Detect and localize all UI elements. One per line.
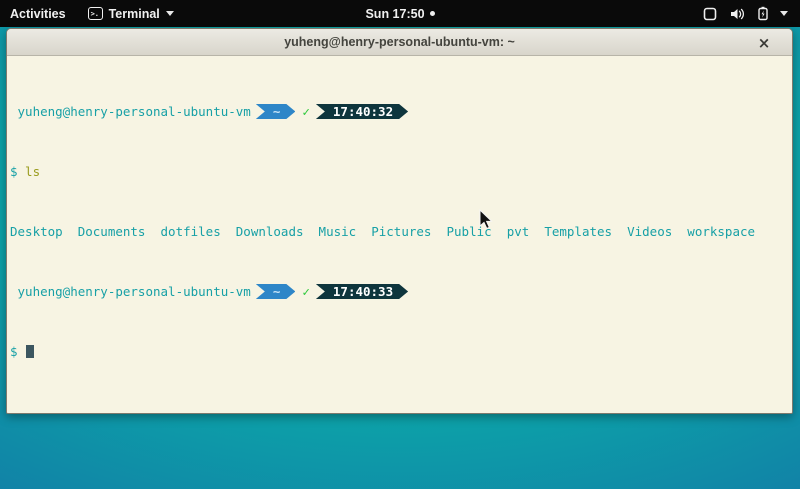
notification-dot-icon: [430, 11, 435, 16]
caret-down-icon: [166, 11, 174, 16]
prompt-symbol: $: [10, 164, 18, 179]
ls-output-line: Desktop Documents dotfiles Downloads Mus…: [10, 224, 790, 239]
window-titlebar[interactable]: yuheng@henry-personal-ubuntu-vm: ~ ×: [7, 29, 792, 56]
prompt-line: yuheng@henry-personal-ubuntu-vm ~✓ 17:40:3…: [10, 104, 790, 119]
current-prompt-line: $: [10, 344, 790, 359]
clock-label[interactable]: Sun 17:50: [365, 7, 424, 21]
prompt-symbol: $: [10, 344, 18, 359]
close-button[interactable]: ×: [754, 29, 774, 56]
prompt-status-check: ✓: [295, 284, 310, 299]
desktop: Activities >. Terminal Sun 17:50: [0, 0, 800, 489]
activities-button[interactable]: Activities: [0, 0, 78, 27]
prompt-path-segment: ~: [256, 104, 296, 119]
volume-icon: [729, 7, 746, 21]
prompt-time-segment: 17:40:32: [316, 104, 408, 119]
system-status-area[interactable]: [702, 0, 800, 27]
battery-charging-icon: [757, 6, 769, 21]
top-bar: Activities >. Terminal Sun 17:50: [0, 0, 800, 27]
prompt-path-segment: ~: [256, 284, 296, 299]
activities-label: Activities: [10, 7, 66, 21]
app-menu-button[interactable]: >. Terminal: [78, 0, 184, 27]
prompt-user-host: yuheng@henry-personal-ubuntu-vm: [10, 104, 251, 119]
prompt-user-host: yuheng@henry-personal-ubuntu-vm: [10, 284, 251, 299]
terminal-window: yuheng@henry-personal-ubuntu-vm: ~ × yuh…: [6, 28, 793, 414]
terminal-icon: >.: [88, 7, 103, 20]
display-icon: [702, 7, 718, 21]
directory-listing: Desktop Documents dotfiles Downloads Mus…: [10, 224, 755, 239]
terminal-content[interactable]: yuheng@henry-personal-ubuntu-vm~✓17:40:3…: [7, 56, 792, 413]
prompt-status-check: ✓: [295, 104, 310, 119]
prompt-line: yuheng@henry-personal-ubuntu-vm ~✓ 17:40:3…: [10, 284, 790, 299]
caret-down-icon: [780, 11, 788, 16]
app-menu-label: Terminal: [109, 7, 160, 21]
text-cursor: [26, 345, 34, 358]
window-title: yuheng@henry-personal-ubuntu-vm: ~: [284, 35, 515, 49]
command-text: ls: [18, 164, 41, 179]
command-line: $ ls: [10, 164, 790, 179]
prompt-time-segment: 17:40:33: [316, 284, 408, 299]
